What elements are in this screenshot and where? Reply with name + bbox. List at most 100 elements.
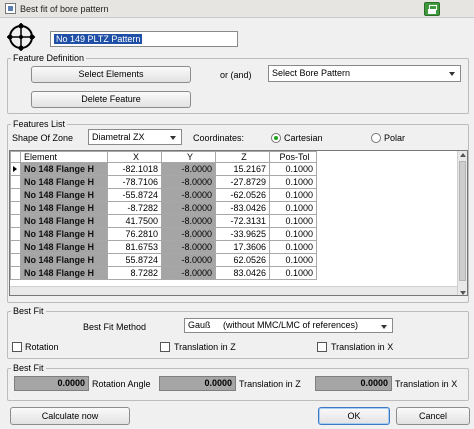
table-row[interactable]: No 148 Flange H 55.8724 -8.0000 62.0526 …	[10, 253, 317, 267]
cell-x[interactable]: 41.7500	[107, 214, 162, 228]
cell-pos-tol[interactable]: 0.1000	[269, 188, 317, 202]
row-selector[interactable]	[10, 240, 21, 254]
cell-y[interactable]: -8.0000	[161, 253, 216, 267]
chevron-down-icon[interactable]	[378, 320, 391, 331]
table-row[interactable]: No 148 Flange H -8.7282 -8.0000 -83.0426…	[10, 201, 317, 215]
cell-x[interactable]: 55.8724	[107, 253, 162, 267]
cell-y[interactable]: -8.0000	[161, 201, 216, 215]
chevron-down-icon[interactable]	[446, 67, 459, 80]
cell-y[interactable]: -8.0000	[161, 214, 216, 228]
cell-element[interactable]: No 148 Flange H	[20, 162, 108, 176]
cell-y[interactable]: -8.0000	[161, 162, 216, 176]
chevron-down-icon[interactable]	[167, 131, 180, 143]
cell-z[interactable]: -27.8729	[215, 175, 270, 189]
cartesian-label: Cartesian	[284, 133, 323, 143]
row-header-corner	[10, 151, 21, 163]
cell-z[interactable]: -62.0526	[215, 188, 270, 202]
cell-y[interactable]: -8.0000	[161, 188, 216, 202]
row-selector[interactable]	[10, 266, 21, 280]
cell-y[interactable]: -8.0000	[161, 240, 216, 254]
cell-z[interactable]: -83.0426	[215, 201, 270, 215]
cell-x[interactable]: -78.7106	[107, 175, 162, 189]
rotation-checkbox[interactable]	[12, 342, 22, 352]
table-row[interactable]: No 148 Flange H 81.6753 -8.0000 17.3606 …	[10, 240, 317, 254]
table-row[interactable]: No 148 Flange H -78.7106 -8.0000 -27.872…	[10, 175, 317, 189]
cell-element[interactable]: No 148 Flange H	[20, 214, 108, 228]
cell-pos-tol[interactable]: 0.1000	[269, 201, 317, 215]
table-row[interactable]: No 148 Flange H 8.7282 -8.0000 83.0426 0…	[10, 266, 317, 280]
cancel-button[interactable]: Cancel	[396, 407, 470, 425]
select-elements-button[interactable]: Select Elements	[31, 66, 191, 83]
table-row[interactable]: No 148 Flange H -82.1018 -8.0000 15.2167…	[10, 162, 317, 176]
ok-button[interactable]: OK	[318, 407, 390, 425]
cell-z[interactable]: -72.3131	[215, 214, 270, 228]
table-row[interactable]: No 148 Flange H 76.2810 -8.0000 -33.9625…	[10, 227, 317, 241]
delete-feature-button[interactable]: Delete Feature	[31, 91, 191, 108]
cell-x[interactable]: 81.6753	[107, 240, 162, 254]
column-header-element[interactable]: Element	[20, 151, 108, 163]
calculate-now-button[interactable]: Calculate now	[10, 407, 130, 425]
row-selector[interactable]	[10, 201, 21, 215]
horizontal-scrollbar[interactable]	[10, 286, 458, 295]
or-and-label: or (and)	[220, 70, 252, 80]
column-header-y[interactable]: Y	[161, 151, 216, 163]
cell-z[interactable]: 62.0526	[215, 253, 270, 267]
shape-of-zone-select[interactable]: Diametral ZX	[88, 129, 182, 145]
cell-z[interactable]: 15.2167	[215, 162, 270, 176]
polar-radio[interactable]	[371, 133, 381, 143]
features-grid[interactable]: Element X Y Z Pos-Tol No 148 Flange H -8…	[9, 150, 468, 296]
cell-x[interactable]: -82.1018	[107, 162, 162, 176]
cell-y[interactable]: -8.0000	[161, 227, 216, 241]
cell-y[interactable]: -8.0000	[161, 175, 216, 189]
shape-of-zone-label: Shape Of Zone	[12, 133, 74, 143]
cell-pos-tol[interactable]: 0.1000	[269, 214, 317, 228]
row-selector[interactable]	[10, 188, 21, 202]
pattern-name-text: No 149 PLTZ Pattern	[54, 34, 143, 44]
cell-element[interactable]: No 148 Flange H	[20, 227, 108, 241]
translation-z-checkbox[interactable]	[160, 342, 170, 352]
column-header-pos-tol[interactable]: Pos-Tol	[269, 151, 317, 163]
cell-x[interactable]: -55.8724	[107, 188, 162, 202]
row-selector[interactable]	[10, 214, 21, 228]
cell-z[interactable]: 83.0426	[215, 266, 270, 280]
cell-element[interactable]: No 148 Flange H	[20, 201, 108, 215]
cell-pos-tol[interactable]: 0.1000	[269, 240, 317, 254]
cell-element[interactable]: No 148 Flange H	[20, 175, 108, 189]
cell-element[interactable]: No 148 Flange H	[20, 188, 108, 202]
best-fit-method-label: Best Fit Method	[83, 322, 147, 332]
row-selector[interactable]	[10, 175, 21, 189]
pattern-name-input[interactable]: No 149 PLTZ Pattern	[50, 31, 238, 47]
cell-x[interactable]: 76.2810	[107, 227, 162, 241]
column-header-x[interactable]: X	[107, 151, 162, 163]
cartesian-radio[interactable]	[271, 133, 281, 143]
cell-element[interactable]: No 148 Flange H	[20, 240, 108, 254]
row-selector[interactable]	[10, 227, 21, 241]
cell-pos-tol[interactable]: 0.1000	[269, 266, 317, 280]
best-fit-method-title: Best Fit	[11, 306, 46, 316]
cell-pos-tol[interactable]: 0.1000	[269, 162, 317, 176]
cell-z[interactable]: 17.3606	[215, 240, 270, 254]
scroll-down-icon[interactable]	[460, 291, 466, 295]
cell-pos-tol[interactable]: 0.1000	[269, 175, 317, 189]
vertical-scrollbar[interactable]	[457, 151, 467, 295]
cell-pos-tol[interactable]: 0.1000	[269, 227, 317, 241]
cell-pos-tol[interactable]: 0.1000	[269, 253, 317, 267]
row-selector[interactable]	[10, 162, 21, 176]
translation-x-checkbox[interactable]	[317, 342, 327, 352]
cell-x[interactable]: -8.7282	[107, 201, 162, 215]
scroll-up-icon[interactable]	[460, 153, 466, 157]
row-selector[interactable]	[10, 253, 21, 267]
close-icon[interactable]	[424, 2, 440, 16]
cell-y[interactable]: -8.0000	[161, 266, 216, 280]
cell-element[interactable]: No 148 Flange H	[20, 253, 108, 267]
bore-pattern-select[interactable]: Select Bore Pattern	[268, 65, 461, 82]
scroll-thumb[interactable]	[459, 161, 466, 281]
table-row[interactable]: No 148 Flange H 41.7500 -8.0000 -72.3131…	[10, 214, 317, 228]
cell-z[interactable]: -33.9625	[215, 227, 270, 241]
best-fit-method-select[interactable]: Gauß (without MMC/LMC of references)	[184, 318, 393, 333]
column-header-z[interactable]: Z	[215, 151, 270, 163]
cell-x[interactable]: 8.7282	[107, 266, 162, 280]
table-row[interactable]: No 148 Flange H -55.8724 -8.0000 -62.052…	[10, 188, 317, 202]
current-row-pointer-icon	[13, 166, 17, 172]
cell-element[interactable]: No 148 Flange H	[20, 266, 108, 280]
